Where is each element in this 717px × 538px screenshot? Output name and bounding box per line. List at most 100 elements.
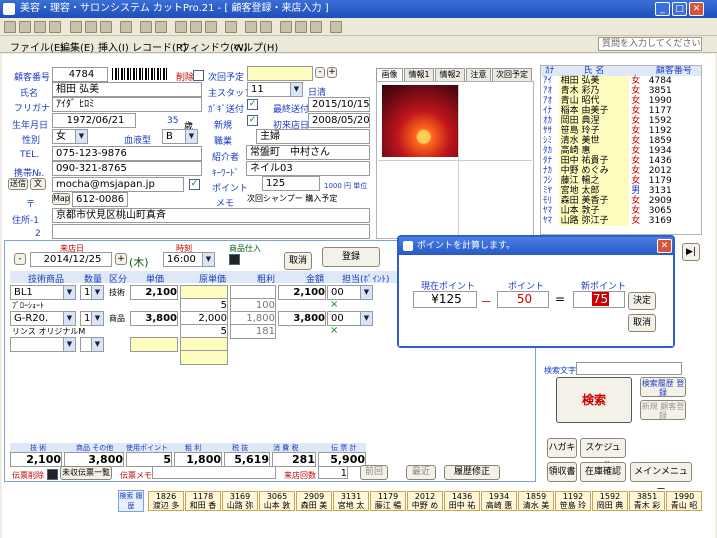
search-history-button[interactable]: 検索履歴 登録	[640, 377, 686, 397]
search-input[interactable]	[576, 362, 682, 375]
visit-cancel-button[interactable]: 取消	[284, 252, 312, 270]
customer-row[interactable]: ﾔﾏ 山本 敦子女 3065	[541, 206, 701, 216]
visit-register-button[interactable]: 登録	[322, 247, 380, 267]
point-field[interactable]: 125	[262, 176, 320, 191]
new-checkbox[interactable]: ✓	[247, 115, 258, 126]
history-item[interactable]: 3169 山路 弥	[222, 491, 258, 511]
customer-row[interactable]: ﾓﾘ 森田 美香子女 2909	[541, 196, 701, 206]
customer-row[interactable]: ﾅｶ 中野 めぐみ女 2012	[541, 166, 701, 176]
map-button[interactable]: Map	[52, 193, 70, 205]
birth-field[interactable]: 1972/06/21	[52, 113, 136, 128]
new-customer-button[interactable]: 新規 顧客登録	[640, 400, 686, 420]
new-record-icon[interactable]	[245, 21, 257, 33]
menu-record[interactable]: レコード(R)	[132, 39, 187, 54]
job-field[interactable]: 主婦	[256, 129, 370, 144]
price-field[interactable]: 2,100	[130, 285, 178, 300]
history-item[interactable]: 3065 山本 敦	[259, 491, 295, 511]
find-icon[interactable]	[225, 21, 237, 33]
history-item[interactable]: 3851 青木 彩	[629, 491, 665, 511]
kana-field[interactable]: ｱｲﾀﾞ ﾋﾛﾐ	[52, 97, 202, 112]
tel-field[interactable]: 075-123-9876	[52, 146, 202, 161]
mail-text-button[interactable]: 文	[30, 178, 46, 190]
history-item[interactable]: 1826 渡辺 多	[148, 491, 184, 511]
properties-icon[interactable]	[280, 21, 292, 33]
next-record-icon[interactable]: ▶|	[682, 243, 700, 261]
slip-delete-checkbox[interactable]	[47, 469, 58, 480]
name-field[interactable]: 相田 弘美	[52, 82, 202, 97]
history-item[interactable]: 1990 青山 昭	[666, 491, 702, 511]
history-item[interactable]: 2012 中野 め	[407, 491, 443, 511]
email-checkbox[interactable]: ✓	[189, 179, 200, 190]
history-item[interactable]: 1859 清水 美	[518, 491, 554, 511]
save-icon[interactable]	[4, 21, 16, 33]
schedule-button[interactable]: スケジュール	[580, 438, 626, 471]
new-object-icon[interactable]	[310, 21, 322, 33]
tab-info1[interactable]: 情報1	[404, 68, 434, 81]
unsettled-list-button[interactable]: 未収伝票一覧	[60, 466, 112, 480]
price-field[interactable]: 3,800	[130, 311, 178, 326]
sort-asc-icon[interactable]	[140, 21, 152, 33]
history-item[interactable]: 1179 藤江 暢	[370, 491, 406, 511]
keyword-field[interactable]: ネイル03	[246, 161, 370, 176]
addr2-field[interactable]	[52, 224, 370, 239]
blood-select[interactable]: B ▼	[162, 129, 198, 144]
customer-row[interactable]: ｱｲ 相田 弘美女 4784	[541, 76, 701, 86]
delete-record-icon[interactable]	[260, 21, 272, 33]
date-minus-button[interactable]: -	[14, 253, 26, 265]
print-icon[interactable]	[19, 21, 31, 33]
dm-checkbox[interactable]: ✓	[247, 99, 258, 110]
item-field[interactable]: BL1 ▼	[10, 285, 76, 300]
customer-row[interactable]: ﾌｼ 藤江 暢之女 1179	[541, 176, 701, 186]
item-field-empty[interactable]: ▼	[10, 337, 76, 352]
close-button[interactable]: ✕	[689, 2, 704, 16]
menu-file[interactable]: ファイル(E)	[10, 39, 64, 54]
tab-info2[interactable]: 情報2	[435, 68, 465, 81]
customer-row[interactable]: ｱｵ 青木 彩乃女 3851	[541, 86, 701, 96]
copy-icon[interactable]	[85, 21, 97, 33]
zip-field[interactable]: 612-0086	[72, 192, 128, 207]
use-point-input[interactable]: 50	[497, 291, 549, 308]
customer-row[interactable]: ﾀﾅ 田中 祐貴子女 1436	[541, 156, 701, 166]
product-checkbox[interactable]	[229, 254, 240, 265]
customer-row[interactable]: ｲﾅ 稲本 由美子女 1177	[541, 106, 701, 116]
history-item[interactable]: 1178 和田 香	[185, 491, 221, 511]
customer-row[interactable]: ｻｻ 笹島 玲子女 1192	[541, 126, 701, 136]
history-item[interactable]: 1934 高崎 惠	[481, 491, 517, 511]
filter-form-icon[interactable]	[190, 21, 202, 33]
tab-caution[interactable]: 注意	[466, 68, 491, 81]
staff-select[interactable]: 11 ▼	[247, 82, 303, 97]
mobile-field[interactable]: 090-321-8765	[52, 161, 202, 176]
menu-edit[interactable]: 編集(E)	[60, 39, 94, 54]
cut-icon[interactable]	[70, 21, 82, 33]
menu-help[interactable]: ヘルプ(H)	[233, 39, 278, 54]
next-field[interactable]	[247, 66, 313, 81]
customer-row[interactable]: ﾐﾔ 宮地 太郎男 3131	[541, 186, 701, 196]
latest-button[interactable]: 最近	[406, 465, 436, 480]
history-item[interactable]: 2909 森田 美	[296, 491, 332, 511]
tab-image[interactable]: 画像	[376, 68, 403, 81]
customer-row[interactable]: ｼﾐ 清水 美世女 1859	[541, 136, 701, 146]
next-minus-button[interactable]: -	[315, 67, 325, 78]
history-edit-button[interactable]: 履歴修正	[444, 465, 500, 480]
dialog-cancel-button[interactable]: 取消	[628, 314, 656, 332]
filter-icon[interactable]	[175, 21, 187, 33]
delete-checkbox[interactable]	[193, 70, 204, 81]
help-icon[interactable]	[330, 21, 342, 33]
tab-next-schedule[interactable]: 次回予定	[492, 68, 532, 81]
prev-button[interactable]: 前回	[360, 465, 388, 480]
receipt-button[interactable]: 領収書	[547, 462, 577, 482]
main-menu-button[interactable]: メインメニュー	[630, 462, 692, 495]
customer-no-field[interactable]: 4784	[52, 67, 108, 82]
qty-field-empty[interactable]: ▼	[80, 337, 104, 352]
customer-row[interactable]: ﾔﾏ 山路 弥江子女 3169	[541, 216, 701, 226]
visit-date-field[interactable]: 2014/12/25	[30, 252, 112, 267]
time-select[interactable]: 16:00 ▼	[163, 252, 215, 267]
search-button[interactable]: 検索	[556, 377, 632, 423]
item-field[interactable]: G-R20. ▼	[10, 311, 76, 326]
dialog-ok-button[interactable]: 決定	[628, 292, 656, 310]
send-mail-button[interactable]: 送信	[8, 178, 28, 190]
qty-field[interactable]: 1 ▼	[80, 311, 104, 326]
first-field[interactable]: 2008/05/20	[308, 113, 370, 128]
memo-text[interactable]: 次回シャンプー 購入予定	[247, 193, 337, 204]
qty-field[interactable]: 1 ▼	[80, 285, 104, 300]
